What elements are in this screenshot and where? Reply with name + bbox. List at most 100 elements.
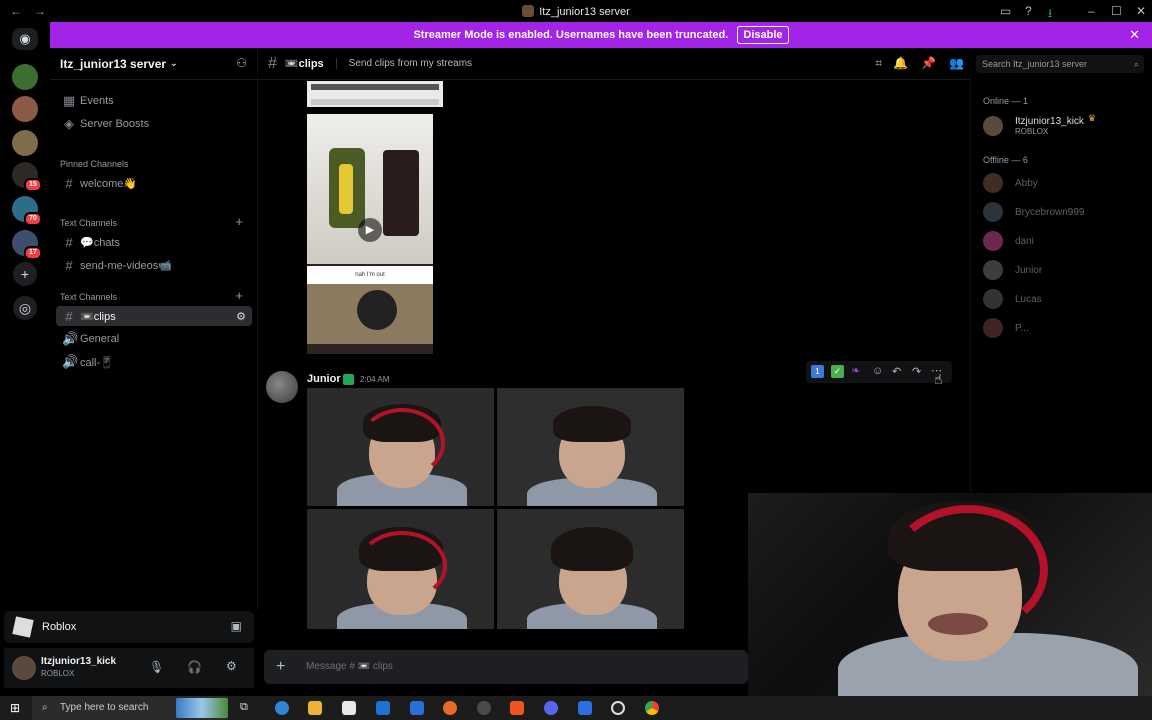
chrome-icon[interactable] — [645, 701, 659, 715]
server-name: Itz_junior13 server — [60, 56, 167, 71]
threads-icon[interactable]: ⌗ — [875, 56, 882, 71]
avatar[interactable] — [266, 371, 298, 403]
member-name: Brycebrown999 — [1015, 206, 1085, 218]
settings-gear-icon[interactable]: ⚙ — [226, 659, 237, 673]
globe-icon[interactable] — [477, 701, 491, 715]
hash-icon: # — [65, 175, 73, 191]
pin-icon[interactable]: 📌 — [921, 56, 936, 70]
inbox-icon[interactable]: ▭ — [1000, 4, 1011, 18]
reaction-eggplant-icon[interactable]: ❧ — [851, 364, 860, 377]
member-name: Abby — [1015, 177, 1038, 189]
category-text-channels[interactable]: Text Channels — [60, 218, 117, 228]
image-attachment[interactable] — [497, 388, 684, 506]
image-attachment[interactable] — [307, 388, 494, 506]
server-icon-3[interactable] — [12, 130, 38, 156]
maximize-icon[interactable]: ☐ — [1111, 4, 1122, 18]
channel-topic[interactable]: Send clips from my streams — [335, 58, 472, 69]
search-input[interactable]: Search Itz_junior13 server ⌕ — [976, 55, 1144, 73]
channel-chats[interactable]: # 💬chats — [56, 232, 252, 252]
invite-icon[interactable]: ⚇ — [236, 56, 247, 70]
channel-welcome[interactable]: # welcome👋 — [56, 173, 252, 193]
channel-send-me-videos[interactable]: # send-me-videos📹 — [56, 255, 252, 275]
discover-icon[interactable]: ◎ — [13, 296, 37, 320]
window-title-text: Itz_junior13 server — [539, 6, 630, 18]
member-item[interactable]: Lucas — [983, 288, 1042, 310]
message-input[interactable]: + Message # 📼 clips — [264, 650, 748, 684]
forward-icon[interactable]: ↷ — [912, 365, 921, 378]
message-timestamp: 2:04 AM — [360, 375, 390, 384]
channel-label: General — [80, 333, 120, 345]
message-toolbar: 1 ✓ ❧ ☺ ↶ ↷ ⋯ — [806, 361, 952, 383]
server-icon-1[interactable] — [12, 64, 38, 90]
video-attachment[interactable]: nah I'm out ▶ — [307, 114, 433, 354]
hash-icon: # — [65, 308, 73, 324]
category-text-channels[interactable]: Text Channels — [60, 292, 117, 302]
taskbar: ⊞ ⌕ Type here to search ⧉ — [0, 696, 1152, 720]
mail-icon[interactable] — [376, 701, 390, 715]
sidebar-item-events[interactable]: ▦ Events — [56, 91, 252, 111]
boost-icon: ◈ — [64, 116, 74, 131]
member-item[interactable]: P... — [983, 317, 1029, 339]
reply-icon[interactable]: ↶ — [892, 365, 901, 378]
member-list-icon[interactable]: 👥 — [949, 56, 964, 70]
copilot-icon[interactable] — [275, 701, 289, 715]
member-item[interactable]: Abby — [983, 172, 1038, 194]
minimize-icon[interactable]: – — [1088, 4, 1095, 18]
category-pinned[interactable]: Pinned Channels — [60, 159, 129, 169]
member-item[interactable]: Itzjunior13_kick ROBLOX ♛ — [983, 113, 1096, 139]
member-item[interactable]: Brycebrown999 — [983, 201, 1084, 223]
image-attachment[interactable] — [307, 509, 494, 629]
image-attachment[interactable] — [497, 509, 684, 629]
reaction-check-icon[interactable]: ✓ — [831, 365, 844, 378]
user-panel: Itzjunior13_kick ROBLOX 🎙 🎧 ⚙ — [4, 648, 254, 688]
speaker-icon: 🔊 — [62, 331, 79, 346]
task-view-icon[interactable]: ⧉ — [240, 701, 254, 715]
disable-button[interactable]: Disable — [737, 26, 789, 44]
discord-taskbar-icon[interactable] — [544, 701, 558, 715]
sidebar-item-server-boosts[interactable]: ◈ Server Boosts — [56, 114, 252, 134]
app-icon[interactable] — [410, 701, 424, 715]
avatar[interactable] — [12, 656, 36, 680]
screenshot-attachment[interactable] — [307, 81, 443, 107]
play-icon[interactable]: ▶ — [358, 218, 382, 242]
notification-bell-icon[interactable]: 🔔 — [893, 56, 908, 70]
close-window-icon[interactable]: ✕ — [1136, 4, 1146, 18]
app-icon[interactable] — [578, 701, 592, 715]
channel-clips[interactable]: # 📼clips ⚙ — [56, 306, 252, 326]
streamer-mode-banner: Streamer Mode is enabled. Usernames have… — [50, 22, 1152, 48]
obs-icon[interactable] — [611, 701, 625, 715]
screen-share-icon[interactable]: ▣ — [231, 619, 242, 633]
headphones-icon[interactable]: 🎧 — [187, 660, 202, 674]
avatar — [983, 289, 1003, 309]
discord-home-icon[interactable]: ◉ — [12, 28, 38, 50]
member-item[interactable]: dani — [983, 230, 1034, 252]
reaction-one-icon[interactable]: 1 — [811, 365, 824, 378]
add-channel-icon[interactable]: + — [235, 214, 243, 229]
store-icon[interactable] — [342, 701, 356, 715]
hash-icon: # — [65, 234, 73, 250]
help-icon[interactable]: ? — [1025, 4, 1032, 18]
microphone-icon[interactable]: 🎙 — [149, 660, 164, 674]
close-icon[interactable]: ✕ — [1129, 22, 1140, 48]
windows-start-icon[interactable]: ⊞ — [10, 701, 20, 715]
taskbar-search-input[interactable]: ⌕ Type here to search — [32, 696, 228, 720]
firefox-icon[interactable] — [443, 701, 457, 715]
channel-label: call-📱 — [80, 356, 114, 369]
channel-settings-icon[interactable]: ⚙ — [236, 310, 246, 323]
brave-icon[interactable] — [510, 701, 524, 715]
member-name: Lucas — [1015, 293, 1042, 305]
file-explorer-icon[interactable] — [308, 701, 322, 715]
member-item[interactable]: Junior — [983, 259, 1042, 281]
username[interactable]: Itzjunior13_kick — [41, 656, 116, 667]
chevron-down-icon: ⌄ — [170, 58, 178, 68]
add-reaction-icon[interactable]: ☺ — [872, 365, 883, 377]
channel-general-voice[interactable]: 🔊 General — [56, 329, 252, 349]
add-attachment-icon[interactable]: + — [276, 650, 285, 684]
server-icon-2[interactable] — [12, 96, 38, 122]
channel-call-voice[interactable]: 🔊 call-📱 — [56, 352, 252, 372]
add-server-icon[interactable]: + — [13, 262, 37, 286]
message-author[interactable]: Junior — [307, 373, 341, 385]
search-icon: ⌕ — [42, 702, 48, 713]
add-channel-icon[interactable]: + — [235, 288, 243, 303]
server-header[interactable]: Itz_junior13 server ⌄ ⚇ — [50, 48, 257, 80]
